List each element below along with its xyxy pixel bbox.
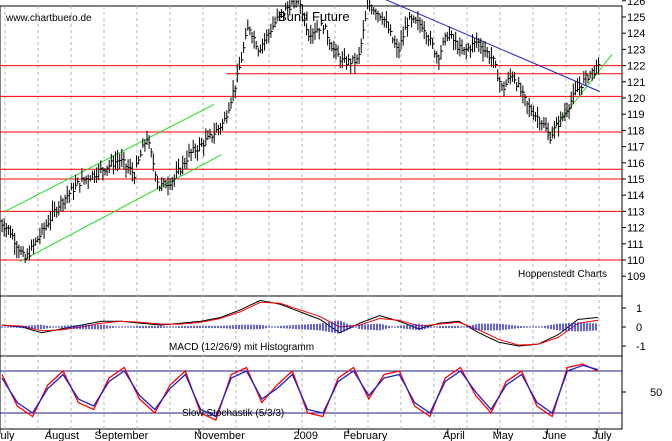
plot-frame — [0, 5, 623, 430]
y-tick-label: 112 — [627, 223, 645, 235]
watermark: www.chartbuero.de — [5, 13, 92, 24]
macd-tick-label: -1 — [636, 341, 646, 353]
macd-tick-label: 0 — [636, 322, 642, 334]
y-tick-label: 116 — [627, 158, 645, 170]
macd-panel — [1, 299, 626, 347]
stochastic-label: Slow Stochastik (5/3/3) — [182, 408, 284, 419]
y-tick-label: 110 — [627, 255, 645, 267]
y-tick-label: 122 — [627, 61, 645, 73]
y-tick-label: 115 — [627, 174, 645, 186]
x-tick-label: February — [343, 430, 388, 441]
macd-line — [1, 299, 599, 347]
y-tick-label: 125 — [627, 12, 645, 24]
y-tick-label: 121 — [627, 77, 645, 89]
y-tick-label: 119 — [627, 109, 645, 121]
y-tick-label: 126 — [627, 0, 645, 8]
stochastic-panel — [0, 363, 626, 421]
macd-label: MACD (12/26/9) mit Histogramm — [169, 342, 314, 353]
x-tick-label: August — [45, 430, 79, 441]
x-tick-labels: July August September November 2009 February A… — [0, 430, 612, 441]
y-tick-label: 109 — [627, 271, 645, 283]
y-tick-label: 113 — [627, 206, 645, 218]
x-tick-label: November — [194, 430, 245, 441]
uptrend-line — [546, 53, 613, 138]
x-tick-label: 2009 — [294, 430, 318, 441]
x-tick-label: April — [443, 430, 465, 441]
y-tick-label: 120 — [627, 93, 645, 105]
source-label: Hoppenstedt Charts — [518, 269, 607, 280]
y-tick-label: 114 — [627, 190, 645, 202]
bund-future-chart: 109 110 111 112 113 114 115 116 117 118 119 120 121 1… — [0, 0, 662, 441]
y-tick-label: 124 — [627, 28, 645, 40]
x-tick-label: May — [493, 430, 514, 441]
x-tick-label: September — [95, 430, 149, 441]
x-tick-label: July — [0, 430, 15, 441]
stochastic-tick-label: 50 — [650, 387, 662, 399]
y-tick-label: 123 — [627, 44, 645, 56]
y-tick-label: 111 — [627, 239, 644, 251]
chart-title: Bund Future — [278, 9, 350, 24]
y-tick-label: 117 — [627, 142, 645, 154]
x-tick-label: July — [592, 430, 612, 441]
y-tick-label: 118 — [627, 125, 645, 137]
price-bars — [0, 0, 601, 263]
macd-tick-label: 1 — [636, 303, 642, 315]
channel-line — [19, 154, 222, 263]
y-tick-labels: 109 110 111 112 113 114 115 116 117 118 119 120 121 1… — [627, 0, 662, 399]
support-resistance-lines — [0, 65, 622, 261]
x-tick-label: June — [542, 430, 566, 441]
